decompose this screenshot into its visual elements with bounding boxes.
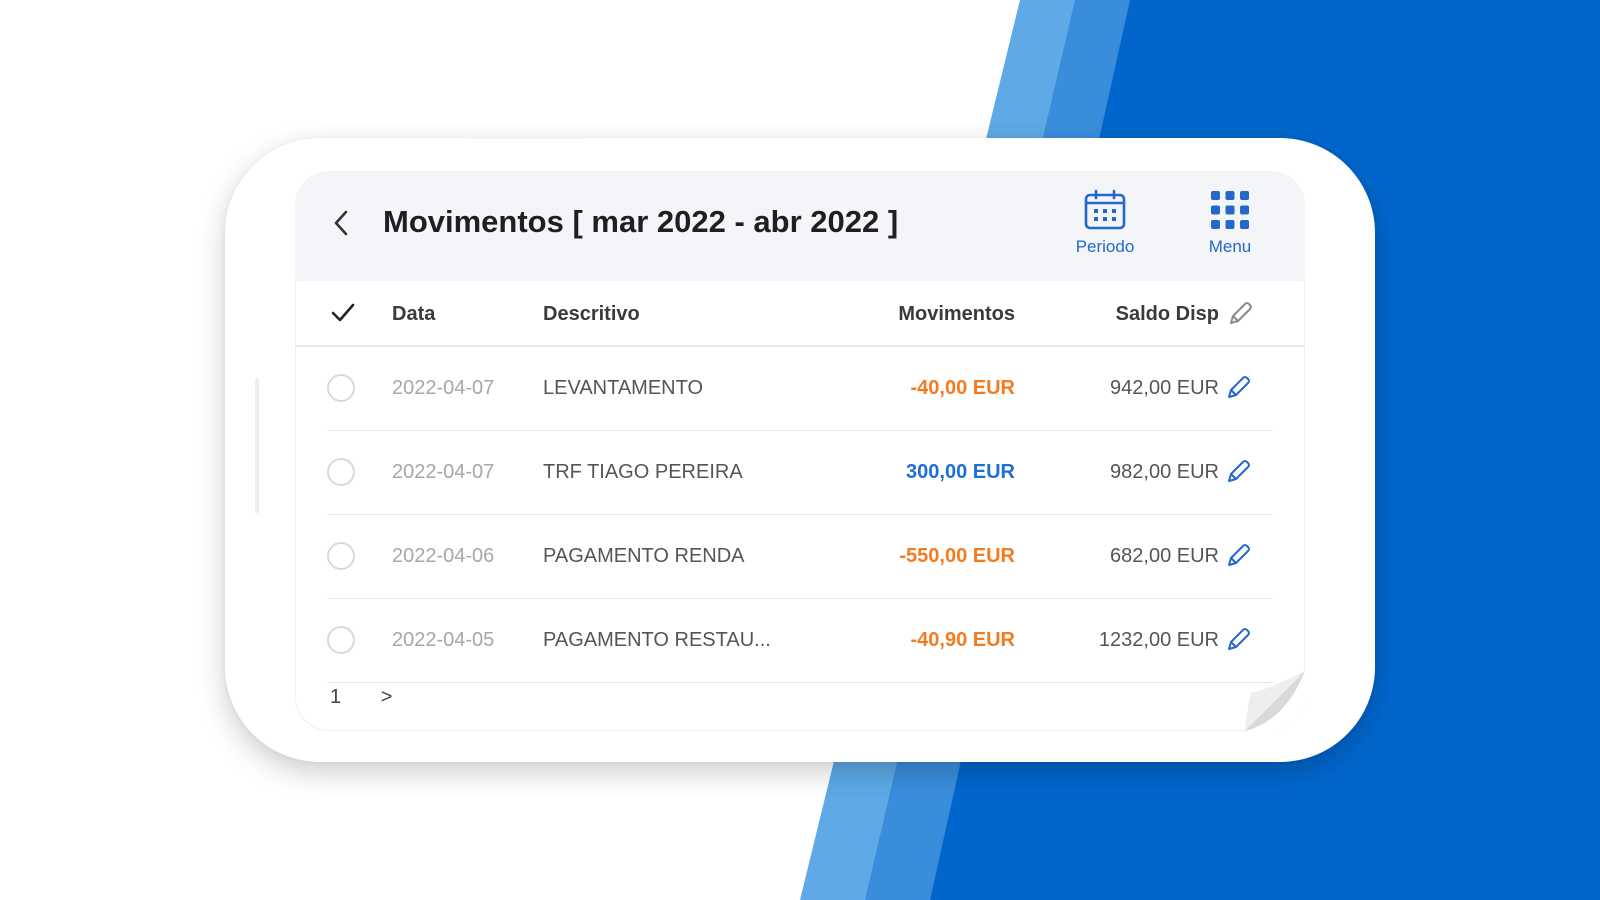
back-button[interactable] [323, 205, 359, 241]
row-description: TRF TIAGO PEREIRA [543, 461, 743, 483]
row-date: 2022-04-06 [392, 545, 495, 567]
row-select-radio[interactable] [327, 458, 355, 486]
table-row[interactable]: 2022-04-07 TRF TIAGO PEREIRA 300,00 EUR … [295, 431, 1305, 515]
pencil-icon [1228, 376, 1250, 398]
row-select-radio[interactable] [327, 626, 355, 654]
row-date: 2022-04-07 [392, 461, 495, 483]
pencil-icon [1228, 544, 1250, 566]
header-descritivo[interactable]: Descritivo [543, 303, 640, 326]
row-amount: 300,00 EUR [906, 461, 1015, 483]
row-amount: -40,00 EUR [910, 377, 1016, 399]
app-header: Movimentos [ mar 2022 - abr 2022 ] Perio… [295, 171, 1305, 281]
row-description: PAGAMENTO RENDA [543, 545, 745, 567]
row-select-radio[interactable] [327, 542, 355, 570]
page-title: Movimentos [ mar 2022 - abr 2022 ] [383, 204, 899, 239]
row-amount: -40,90 EUR [910, 629, 1016, 651]
transactions-list: 2022-04-07 LEVANTAMENTO -40,00 EUR 942,0… [295, 347, 1305, 683]
app-screen: Movimentos [ mar 2022 - abr 2022 ] Perio… [295, 171, 1305, 731]
periodo-label: Periodo [1075, 237, 1135, 256]
row-select-radio[interactable] [327, 374, 355, 402]
select-all-button[interactable] [329, 301, 357, 331]
table-row[interactable]: 2022-04-07 LEVANTAMENTO -40,00 EUR 942,0… [295, 347, 1305, 431]
chevron-left-icon [334, 210, 348, 236]
row-description: LEVANTAMENTO [543, 377, 704, 399]
header-data[interactable]: Data [392, 303, 435, 326]
row-saldo: 982,00 EUR [1110, 461, 1219, 483]
row-description: PAGAMENTO RESTAU... [543, 629, 771, 651]
pencil-icon [1230, 302, 1252, 324]
next-page-button[interactable]: > [381, 686, 393, 709]
menu-label: Menu [1208, 237, 1252, 256]
row-saldo: 682,00 EUR [1110, 545, 1219, 567]
header-movimentos[interactable]: Movimentos [898, 303, 1015, 326]
table-header: Data Descritivo Movimentos Saldo Disp [295, 281, 1305, 347]
pencil-icon [1228, 460, 1250, 482]
row-edit-button[interactable] [1223, 541, 1253, 571]
row-edit-button[interactable] [1223, 457, 1253, 487]
grid-menu-icon [1211, 191, 1249, 229]
row-saldo: 1232,00 EUR [1098, 629, 1219, 651]
header-saldo-disp[interactable]: Saldo Disp [1116, 303, 1219, 326]
row-date: 2022-04-07 [392, 377, 495, 399]
page-curl-icon [1245, 671, 1305, 731]
row-saldo: 942,00 EUR [1110, 377, 1219, 399]
phone-side-button [255, 378, 259, 513]
table-row[interactable]: 2022-04-05 PAGAMENTO RESTAU... -40,90 EU… [295, 599, 1305, 683]
row-date: 2022-04-05 [392, 629, 495, 651]
menu-button[interactable]: Menu [1185, 189, 1275, 267]
calendar-icon [1084, 189, 1126, 230]
header-edit-button[interactable] [1225, 299, 1255, 335]
periodo-button[interactable]: Periodo [1060, 189, 1150, 267]
pagination: 1 > [330, 686, 392, 709]
current-page[interactable]: 1 [330, 686, 341, 709]
row-edit-button[interactable] [1223, 625, 1253, 655]
row-divider [327, 682, 1273, 683]
phone-frame: Movimentos [ mar 2022 - abr 2022 ] Perio… [225, 135, 1375, 762]
row-edit-button[interactable] [1223, 373, 1253, 403]
checkmark-icon [331, 303, 355, 322]
row-amount: -550,00 EUR [899, 545, 1015, 567]
pencil-icon [1228, 628, 1250, 650]
phone-top-button [465, 135, 585, 139]
table-row[interactable]: 2022-04-06 PAGAMENTO RENDA -550,00 EUR 6… [295, 515, 1305, 599]
